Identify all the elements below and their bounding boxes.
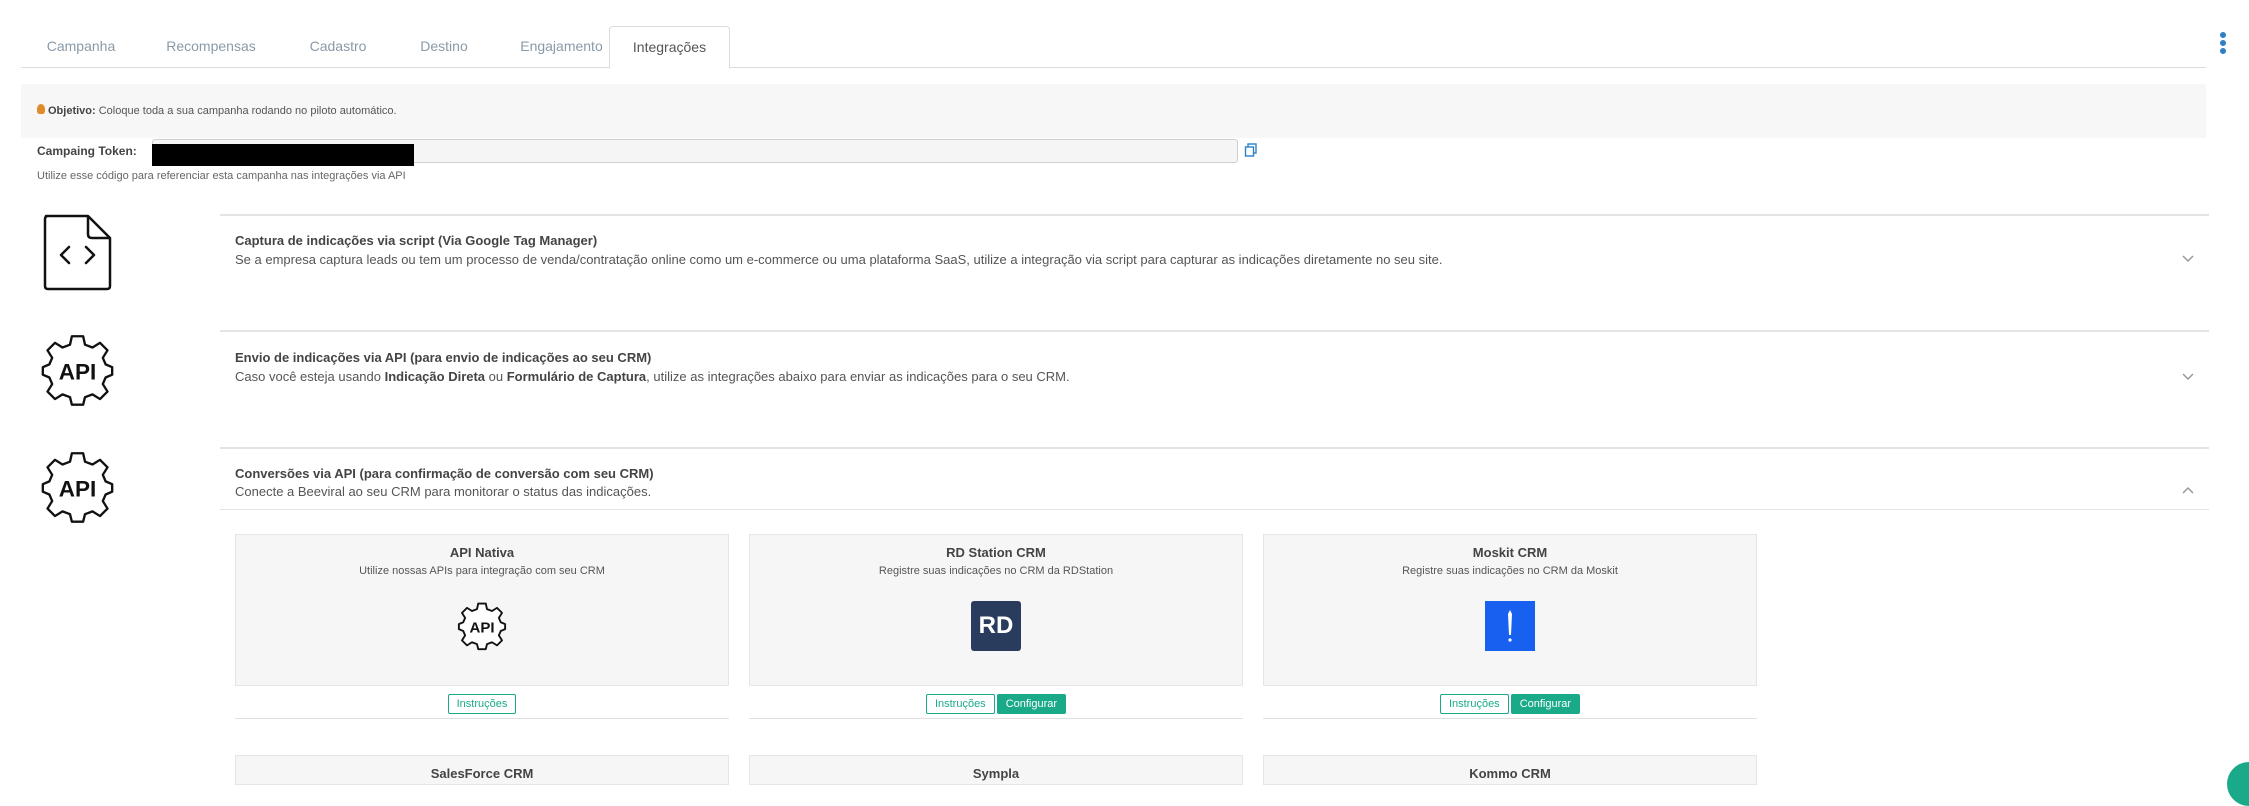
integration-card-rd-station: RD Station CRM Registre suas indicações … — [749, 534, 1243, 686]
card-title: API Nativa — [449, 545, 515, 560]
card-description: Utilize nossas APIs para integração com … — [359, 565, 605, 577]
card-title: Moskit CRM — [1472, 545, 1548, 560]
api-gear-icon: API — [41, 452, 114, 523]
instructions-button[interactable]: Instruções — [925, 694, 995, 714]
tab-recompensas[interactable]: Recompensas — [141, 26, 281, 67]
card-title: RD Station CRM — [946, 545, 1046, 560]
objective-bar: Objetivo: Coloque toda a sua campanha ro… — [21, 84, 2206, 138]
configure-button[interactable]: Configurar — [996, 694, 1067, 714]
moskit-logo — [1485, 601, 1535, 651]
integration-section-send-api[interactable]: Envio de indicações via API (para envio … — [220, 330, 2209, 432]
integration-card-api-nativa: API Nativa Utilize nossas APIs para inte… — [235, 534, 729, 686]
rd-station-logo: RD — [971, 601, 1021, 651]
integration-section-script[interactable]: Captura de indicações via script (Via Go… — [220, 214, 2209, 316]
card-description: Registre suas indicações no CRM da RDSta… — [878, 565, 1114, 577]
token-redacted-value — [152, 144, 414, 166]
token-label: Campaing Token: — [37, 144, 137, 158]
chat-launcher-icon[interactable] — [2227, 762, 2249, 806]
instructions-button[interactable]: Instruções — [1439, 694, 1509, 714]
card-actions: Instruções Configurar — [749, 686, 1243, 719]
code-file-icon — [43, 214, 112, 291]
section-description: Caso você esteja usando Indicação Direta… — [235, 369, 1070, 384]
integration-card-moskit: Moskit CRM Registre suas indicações no C… — [1263, 534, 1757, 686]
configure-button[interactable]: Configurar — [1510, 694, 1581, 714]
section-title: Captura de indicações via script (Via Go… — [235, 233, 598, 248]
tab-integracoes[interactable]: Integrações — [609, 26, 730, 69]
section-description: Se a empresa captura leads ou tem um pro… — [235, 252, 1443, 267]
instructions-button[interactable]: Instruções — [447, 694, 517, 714]
tab-destino[interactable]: Destino — [395, 26, 493, 67]
chevron-up-icon[interactable] — [2181, 485, 2195, 495]
copy-icon[interactable] — [1244, 143, 1258, 157]
svg-text:API: API — [59, 359, 97, 384]
card-title: Kommo CRM — [1469, 766, 1551, 781]
card-actions: Instruções — [235, 686, 729, 719]
tab-bar: Campanha Recompensas Cadastro Destino En… — [21, 26, 2206, 69]
integration-card-kommo: Kommo CRM — [1263, 755, 1757, 785]
card-actions: Instruções Configurar — [1263, 686, 1757, 719]
svg-text:API: API — [469, 619, 494, 636]
card-title: Sympla — [972, 766, 1020, 781]
integration-card-sympla: Sympla — [749, 755, 1243, 785]
section-description: Conecte a Beeviral ao seu CRM para monit… — [235, 484, 652, 499]
api-gear-icon: API — [457, 602, 507, 651]
svg-text:API: API — [59, 476, 97, 501]
card-title: SalesForce CRM — [430, 766, 534, 781]
chevron-down-icon[interactable] — [2181, 254, 2195, 264]
section-title: Conversões via API (para confirmação de … — [235, 466, 654, 481]
section-title: Envio de indicações via API (para envio … — [235, 350, 652, 365]
tab-cadastro[interactable]: Cadastro — [281, 26, 395, 67]
token-help-text: Utilize esse código para referenciar est… — [37, 170, 406, 182]
objective-text: Coloque toda a sua campanha rodando no p… — [98, 105, 397, 117]
tab-campanha[interactable]: Campanha — [21, 26, 141, 67]
chevron-down-icon[interactable] — [2181, 372, 2195, 382]
lightbulb-icon — [37, 104, 45, 115]
objective-label: Objetivo: — [48, 105, 96, 117]
api-gear-icon: API — [41, 335, 114, 406]
card-description: Registre suas indicações no CRM da Moski… — [1402, 565, 1618, 577]
integration-card-salesforce: SalesForce CRM — [235, 755, 729, 785]
integration-section-conversions[interactable]: Conversões via API (para confirmação de … — [220, 447, 2209, 510]
more-options-icon[interactable] — [2213, 32, 2233, 56]
